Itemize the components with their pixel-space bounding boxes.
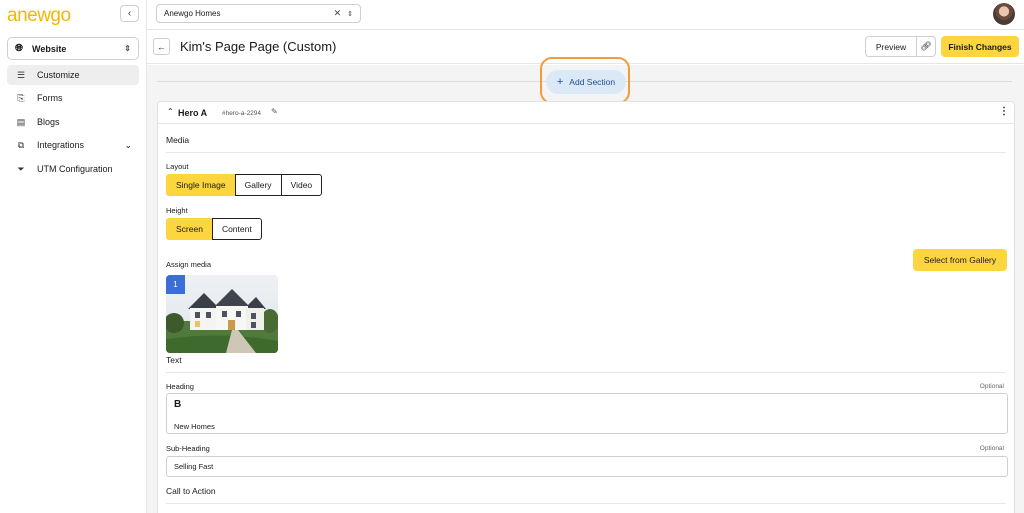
subheading-input[interactable]: Selling Fast bbox=[166, 456, 1008, 477]
top-bar: Anewgo Homes ✕ ⇕ bbox=[147, 0, 1024, 30]
divider bbox=[166, 372, 1006, 373]
sidebar-item-forms[interactable]: ⎘ Forms bbox=[7, 88, 139, 108]
height-option-content[interactable]: Content bbox=[211, 218, 262, 240]
forms-icon: ⎘ bbox=[17, 92, 25, 103]
sidebar-item-blogs[interactable]: ▤ Blogs bbox=[7, 112, 139, 132]
site-selector-label: Website bbox=[32, 43, 67, 54]
arrow-left-icon: ← bbox=[157, 41, 166, 52]
sidebar-item-integrations[interactable]: ⧉ Integrations ⌄ bbox=[7, 135, 139, 155]
clear-icon[interactable]: ✕ bbox=[334, 8, 342, 19]
layout-option-single-image[interactable]: Single Image bbox=[166, 174, 236, 196]
select-from-gallery-button[interactable]: Select from Gallery bbox=[913, 249, 1007, 271]
section-header[interactable]: ⌃ Hero A #hero-a-2294 ✎ ⋮ bbox=[158, 102, 1014, 124]
call-to-action-heading: Call to Action bbox=[166, 486, 216, 496]
site-selector[interactable]: 🌐︎ Website ⇕ bbox=[7, 37, 139, 60]
blogs-icon: ▤ bbox=[16, 116, 26, 127]
layout-option-video[interactable]: Video bbox=[280, 174, 323, 196]
media-heading: Media bbox=[166, 135, 190, 145]
layout-option-gallery[interactable]: Gallery bbox=[234, 174, 282, 196]
chevron-updown-icon: ⇕ bbox=[347, 10, 353, 18]
subheading-value: Selling Fast bbox=[174, 462, 214, 471]
heading-optional-tag: Optional bbox=[979, 383, 1004, 390]
bold-button[interactable]: B bbox=[174, 399, 181, 410]
collapse-sidebar-button[interactable]: ‹ bbox=[120, 5, 139, 22]
builder-selector-label: Anewgo Homes bbox=[164, 9, 221, 18]
editor-canvas: + Add Section ⌃ Hero A #hero-a-2294 ✎ ⋮ … bbox=[147, 57, 1024, 513]
section-panel-hero-a: ⌃ Hero A #hero-a-2294 ✎ ⋮ Media Layout S… bbox=[157, 101, 1015, 513]
sidebar-item-utm-configuration[interactable]: ⏷ UTM Configuration bbox=[7, 159, 139, 179]
section-name: Hero A bbox=[178, 108, 208, 118]
height-option-screen[interactable]: Screen bbox=[166, 218, 213, 240]
back-button[interactable]: ← bbox=[153, 38, 170, 55]
copy-link-button[interactable]: 🔗︎ bbox=[916, 36, 936, 57]
layout-toggle-group: Single Image Gallery Video bbox=[166, 174, 323, 196]
chevron-up-icon[interactable]: ⌃ bbox=[167, 107, 174, 116]
builder-selector[interactable]: Anewgo Homes ✕ ⇕ bbox=[156, 4, 361, 23]
sidebar-item-label: UTM Configuration bbox=[37, 164, 113, 174]
assign-media-label: Assign media bbox=[166, 260, 212, 269]
user-avatar[interactable] bbox=[993, 3, 1015, 25]
height-label: Height bbox=[166, 206, 188, 215]
section-anchor: #hero-a-2294 bbox=[222, 110, 262, 117]
text-heading: Text bbox=[166, 355, 182, 365]
heading-label: Heading bbox=[166, 382, 194, 391]
divider bbox=[166, 152, 1006, 153]
page-title: Kim's Page Page (Custom) bbox=[180, 39, 337, 54]
globe-icon: 🌐︎ bbox=[15, 43, 23, 54]
heading-editor[interactable]: B New Homes bbox=[166, 393, 1008, 434]
chevron-updown-icon: ⇕ bbox=[124, 44, 131, 53]
plus-icon: + bbox=[556, 76, 564, 88]
app-root: anewgo ‹ 🌐︎ Website ⇕ ☰ Customize ⎘ Form… bbox=[0, 0, 1024, 513]
chevron-left-icon: ‹ bbox=[127, 8, 132, 19]
add-section-button[interactable]: + Add Section bbox=[546, 70, 626, 94]
more-vertical-icon[interactable]: ⋮ bbox=[999, 106, 1009, 117]
sidebar-item-customize[interactable]: ☰ Customize bbox=[7, 65, 139, 85]
filter-icon: ⏷ bbox=[17, 163, 25, 174]
layout-label: Layout bbox=[166, 162, 189, 171]
link-icon: 🔗︎ bbox=[920, 41, 932, 51]
media-index-badge: 1 bbox=[166, 275, 185, 294]
anewgo-logo: anewgo bbox=[7, 5, 71, 26]
subheading-label: Sub-Heading bbox=[166, 444, 210, 453]
sidebar-item-label: Integrations bbox=[37, 140, 85, 150]
pencil-icon[interactable]: ✎ bbox=[271, 107, 278, 116]
sidebar: anewgo ‹ 🌐︎ Website ⇕ ☰ Customize ⎘ Form… bbox=[0, 0, 147, 513]
heading-value: New Homes bbox=[174, 422, 215, 431]
media-thumbnail[interactable]: 1 bbox=[166, 275, 278, 353]
sidebar-item-label: Customize bbox=[37, 70, 80, 80]
integrations-icon: ⧉ bbox=[17, 139, 25, 150]
add-section-label: Add Section bbox=[569, 77, 616, 87]
divider bbox=[166, 503, 1006, 504]
preview-button[interactable]: Preview bbox=[865, 36, 917, 57]
sidebar-item-label: Blogs bbox=[37, 117, 60, 127]
chevron-down-icon: ⌄ bbox=[124, 139, 132, 150]
height-toggle-group: Screen Content bbox=[166, 218, 262, 240]
sidebar-item-label: Forms bbox=[37, 93, 63, 103]
subheading-optional-tag: Optional bbox=[979, 445, 1004, 452]
finish-changes-button[interactable]: Finish Changes bbox=[941, 36, 1019, 57]
customize-icon: ☰ bbox=[16, 69, 26, 80]
